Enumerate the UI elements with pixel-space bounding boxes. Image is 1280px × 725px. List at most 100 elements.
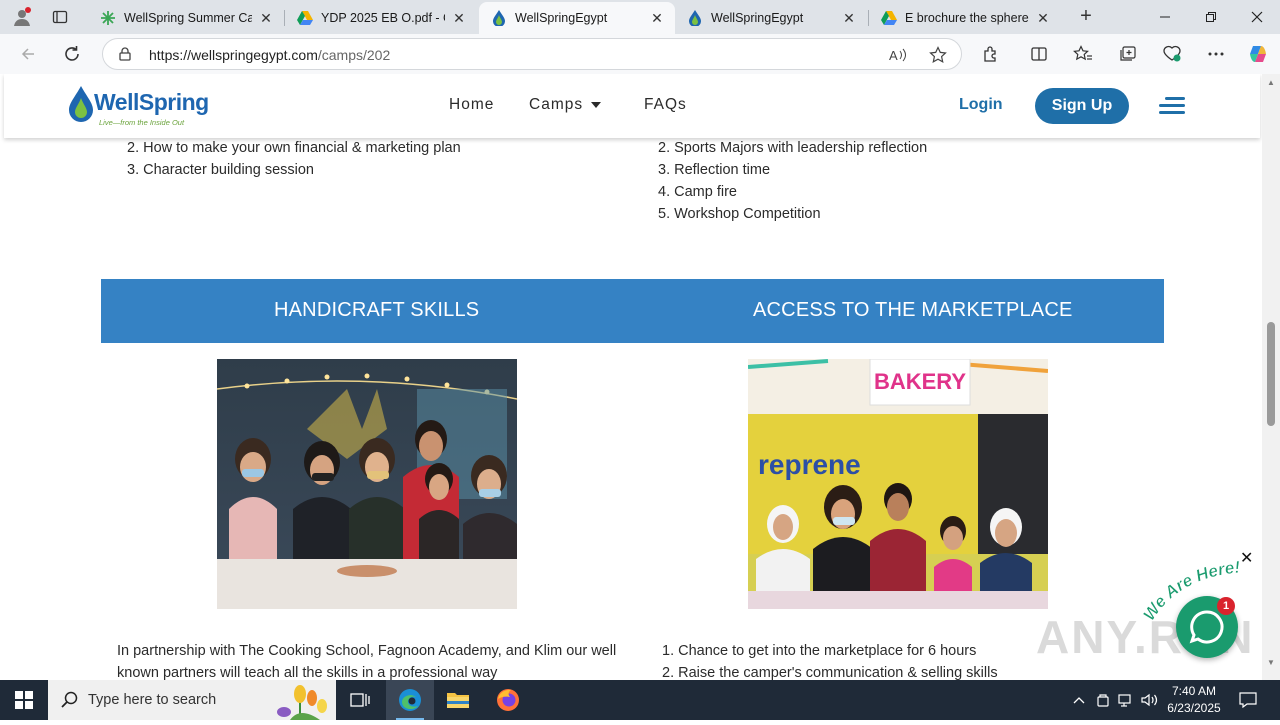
wellspring-drop-icon <box>491 10 507 26</box>
new-tab-button[interactable]: + <box>1074 5 1098 29</box>
restore-icon[interactable] <box>1188 0 1234 34</box>
google-drive-icon <box>297 10 313 26</box>
login-link[interactable]: Login <box>959 96 1003 114</box>
tab-title: YDP 2025 EB O.pdf - Google Drive <box>321 11 445 25</box>
tab-google-drive[interactable]: YDP 2025 EB O.pdf - Google Drive ✕ <box>285 2 477 34</box>
marketplace-benefits-list: 1. Chance to get into the marketplace fo… <box>662 640 998 680</box>
page-viewport: 2. How to make your own financial & mark… <box>0 74 1262 680</box>
minimize-icon[interactable] <box>1142 0 1188 34</box>
wellspring-drop-icon <box>687 10 703 26</box>
security-tray-icon[interactable] <box>1093 680 1113 720</box>
close-tab-icon[interactable]: ✕ <box>649 10 665 26</box>
read-aloud-icon[interactable]: A <box>889 46 907 64</box>
list-item: 3. Character building session <box>127 162 314 178</box>
handicraft-photo <box>217 359 517 609</box>
tab-wellspringegypt[interactable]: WellSpringEgypt ✕ <box>675 2 867 34</box>
tab-wellspring-summer-camp[interactable]: WellSpring Summer Camp ✕ <box>88 2 284 34</box>
favorites-icon[interactable] <box>1069 40 1097 68</box>
list-item: 4. Camp fire <box>658 184 737 200</box>
logo-drop-icon <box>69 86 93 122</box>
page-content: 2. How to make your own financial & mark… <box>101 74 1164 680</box>
tab-title: WellSpring Summer Camp <box>124 11 252 25</box>
nav-faqs[interactable]: FAQs <box>644 96 687 114</box>
list-item: 5. Workshop Competition <box>658 206 821 222</box>
svg-text:reprene: reprene <box>758 449 861 480</box>
extensions-icon[interactable] <box>977 40 1005 68</box>
browser-tab-strip: WellSpring Summer Camp ✕ YDP 2025 EB O.p… <box>0 0 1280 34</box>
site-header: WellSpring Live—from the Inside Out Home… <box>4 74 1260 138</box>
windows-taskbar: Type here to search 7:40 AM 6/23/2025 <box>0 680 1280 720</box>
url-path: /camps/202 <box>317 47 391 63</box>
tab-title: WellSpringEgypt <box>711 11 804 25</box>
list-item: 2. How to make your own financial & mark… <box>127 140 461 156</box>
wellspring-logo[interactable]: WellSpring Live—from the Inside Out <box>68 83 209 129</box>
signup-button[interactable]: Sign Up <box>1035 88 1129 124</box>
firefox-icon[interactable] <box>484 680 532 720</box>
file-explorer-icon[interactable] <box>434 680 482 720</box>
browser-essentials-icon[interactable] <box>1158 40 1186 68</box>
scroll-down-arrow-icon[interactable]: ▼ <box>1266 658 1276 667</box>
clock-time: 7:40 AM <box>1171 684 1217 698</box>
tab-wellspringegypt-active[interactable]: WellSpringEgypt ✕ <box>479 2 675 34</box>
nav-home[interactable]: Home <box>449 96 494 114</box>
svg-text:A: A <box>889 48 898 63</box>
search-placeholder: Type here to search <box>88 692 217 708</box>
taskbar-edge-icon[interactable] <box>386 680 434 720</box>
list-item: 2. Raise the camper's communication & se… <box>662 665 998 680</box>
profile-icon[interactable] <box>8 4 36 30</box>
taskbar-clock[interactable]: 7:40 AM 6/23/2025 <box>1156 683 1232 717</box>
list-item: 3. Reflection time <box>658 162 771 178</box>
close-tab-icon[interactable]: ✕ <box>258 10 274 26</box>
sparkle-icon <box>100 10 116 26</box>
show-hidden-icons-chevron-icon[interactable] <box>1068 680 1090 720</box>
clock-date: 6/23/2025 <box>1167 701 1221 715</box>
back-icon[interactable] <box>14 40 42 68</box>
browser-toolbar: https://wellspringegypt.com/camps/202 A <box>0 34 1280 74</box>
favorite-star-icon[interactable] <box>929 46 947 64</box>
network-icon[interactable] <box>1115 680 1137 720</box>
collections-icon[interactable] <box>1114 40 1142 68</box>
close-window-icon[interactable] <box>1234 0 1280 34</box>
section-title-handicraft: HANDICRAFT SKILLS <box>274 299 480 321</box>
split-screen-icon[interactable] <box>1025 40 1053 68</box>
list-item: 1. Chance to get into the marketplace fo… <box>662 643 977 659</box>
notifications-icon[interactable] <box>1236 680 1260 720</box>
hamburger-menu-icon[interactable] <box>1159 97 1185 115</box>
google-drive-icon <box>881 10 897 26</box>
caret-down-icon <box>591 101 602 108</box>
section-header-band: HANDICRAFT SKILLS ACCESS TO THE MARKETPL… <box>101 279 1164 343</box>
scroll-up-arrow-icon[interactable]: ▲ <box>1266 78 1276 87</box>
nav-camps[interactable]: Camps <box>529 96 602 114</box>
marketplace-photo: BAKERY reprene <box>748 359 1048 609</box>
left-activity-list: 2. How to make your own financial & mark… <box>127 137 461 181</box>
more-options-icon[interactable] <box>1202 40 1230 68</box>
logo-wordmark: WellSpring <box>94 89 209 115</box>
address-bar[interactable]: https://wellspringegypt.com/camps/202 A <box>102 38 962 70</box>
tab-actions-icon[interactable] <box>46 4 74 30</box>
section-title-marketplace: ACCESS TO THE MARKETPLACE <box>753 299 1073 321</box>
copilot-icon[interactable] <box>1244 40 1272 68</box>
search-icon <box>61 691 79 714</box>
close-tab-icon[interactable]: ✕ <box>1035 10 1051 26</box>
close-tab-icon[interactable]: ✕ <box>451 10 467 26</box>
tab-title: E brochure the sphere 2025 <box>905 11 1029 25</box>
handicraft-description: In partnership with The Cooking School, … <box>117 643 617 680</box>
taskbar-search-box[interactable]: Type here to search <box>48 680 336 720</box>
logo-tagline: Live—from the Inside Out <box>99 118 185 127</box>
close-tab-icon[interactable]: ✕ <box>841 10 857 26</box>
url-host: https://wellspringegypt.com <box>149 47 318 63</box>
tab-title: WellSpringEgypt <box>515 11 608 25</box>
task-view-icon[interactable] <box>336 680 384 720</box>
site-info-icon[interactable] <box>117 46 133 67</box>
nav-camps-label: Camps <box>529 96 584 113</box>
scrollbar-thumb[interactable] <box>1267 322 1275 426</box>
right-activity-list: 2. Sports Majors with leadership reflect… <box>658 137 927 225</box>
bakery-sign: BAKERY <box>874 369 966 394</box>
list-item: 2. Sports Majors with leadership reflect… <box>658 140 928 156</box>
windows-start-icon[interactable] <box>0 680 48 720</box>
chat-unread-badge: 1 <box>1217 597 1235 615</box>
search-highlight-flowers-icon <box>270 682 334 725</box>
url-text: https://wellspringegypt.com/camps/202 <box>149 47 390 63</box>
refresh-icon[interactable] <box>58 40 86 68</box>
tab-e-brochure[interactable]: E brochure the sphere 2025 ✕ <box>869 2 1061 34</box>
